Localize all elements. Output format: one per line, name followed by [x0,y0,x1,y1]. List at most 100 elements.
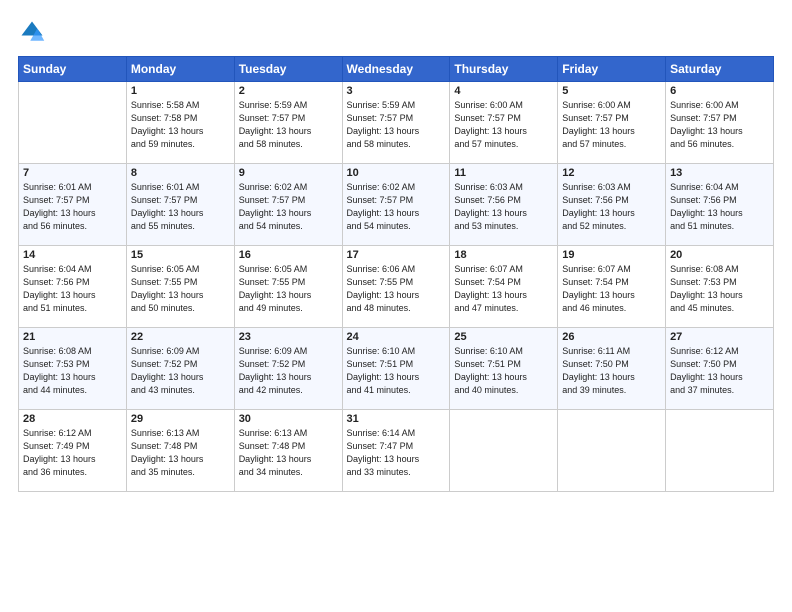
day-info: Sunrise: 6:05 AM Sunset: 7:55 PM Dayligh… [239,263,338,315]
calendar-day: 4 Sunrise: 6:00 AM Sunset: 7:57 PM Daylig… [450,82,558,164]
calendar-day: 31 Sunrise: 6:14 AM Sunset: 7:47 PM Dayli… [342,410,450,492]
day-info: Sunrise: 6:05 AM Sunset: 7:55 PM Dayligh… [131,263,230,315]
calendar-day: 11 Sunrise: 6:03 AM Sunset: 7:56 PM Dayli… [450,164,558,246]
calendar-day: 24 Sunrise: 6:10 AM Sunset: 7:51 PM Dayli… [342,328,450,410]
weekday-header: Friday [558,57,666,82]
day-info: Sunrise: 6:07 AM Sunset: 7:54 PM Dayligh… [562,263,661,315]
day-number: 6 [670,85,769,97]
calendar-table: SundayMondayTuesdayWednesdayThursdayFrid… [18,56,774,492]
calendar-week-row: 1Sunrise: 5:58 AM Sunset: 7:58 PM Daylig… [19,82,774,164]
day-info: Sunrise: 6:11 AM Sunset: 7:50 PM Dayligh… [562,345,661,397]
calendar-day: 13 Sunrise: 6:04 AM Sunset: 7:56 PM Dayli… [666,164,774,246]
calendar-day [19,82,127,164]
calendar-day [558,410,666,492]
day-number: 27 [670,331,769,343]
header [18,18,774,46]
calendar-day: 3Sunrise: 5:59 AM Sunset: 7:57 PM Daylig… [342,82,450,164]
calendar-week-row: 28 Sunrise: 6:12 AM Sunset: 7:49 PM Dayli… [19,410,774,492]
day-info: Sunrise: 6:08 AM Sunset: 7:53 PM Dayligh… [23,345,122,397]
day-info: Sunrise: 6:06 AM Sunset: 7:55 PM Dayligh… [347,263,446,315]
calendar-day: 2Sunrise: 5:59 AM Sunset: 7:57 PM Daylig… [234,82,342,164]
day-number: 4 [454,85,553,97]
calendar-day: 21 Sunrise: 6:08 AM Sunset: 7:53 PM Dayli… [19,328,127,410]
calendar-day: 18 Sunrise: 6:07 AM Sunset: 7:54 PM Dayli… [450,246,558,328]
calendar-day: 28 Sunrise: 6:12 AM Sunset: 7:49 PM Dayli… [19,410,127,492]
day-info: Sunrise: 6:00 AM Sunset: 7:57 PM Dayligh… [670,99,769,151]
day-number: 31 [347,413,446,425]
day-info: Sunrise: 6:13 AM Sunset: 7:48 PM Dayligh… [131,427,230,479]
day-number: 18 [454,249,553,261]
day-info: Sunrise: 6:07 AM Sunset: 7:54 PM Dayligh… [454,263,553,315]
day-number: 5 [562,85,661,97]
day-number: 3 [347,85,446,97]
day-number: 14 [23,249,122,261]
calendar-day: 29 Sunrise: 6:13 AM Sunset: 7:48 PM Dayli… [126,410,234,492]
calendar-day [450,410,558,492]
day-info: Sunrise: 6:00 AM Sunset: 7:57 PM Dayligh… [454,99,553,151]
calendar-day: 9 Sunrise: 6:02 AM Sunset: 7:57 PM Daylig… [234,164,342,246]
day-info: Sunrise: 6:03 AM Sunset: 7:56 PM Dayligh… [454,181,553,233]
day-number: 11 [454,167,553,179]
calendar-day: 19 Sunrise: 6:07 AM Sunset: 7:54 PM Dayli… [558,246,666,328]
weekday-header: Monday [126,57,234,82]
calendar-day: 30Sunrise: 6:13 AM Sunset: 7:48 PM Dayli… [234,410,342,492]
calendar-week-row: 21 Sunrise: 6:08 AM Sunset: 7:53 PM Dayli… [19,328,774,410]
calendar-day: 10 Sunrise: 6:02 AM Sunset: 7:57 PM Dayli… [342,164,450,246]
day-number: 19 [562,249,661,261]
day-number: 30 [239,413,338,425]
day-number: 10 [347,167,446,179]
calendar-day: 17Sunrise: 6:06 AM Sunset: 7:55 PM Dayli… [342,246,450,328]
day-number: 28 [23,413,122,425]
weekday-header: Thursday [450,57,558,82]
calendar-day: 26 Sunrise: 6:11 AM Sunset: 7:50 PM Dayli… [558,328,666,410]
day-number: 26 [562,331,661,343]
calendar-week-row: 14 Sunrise: 6:04 AM Sunset: 7:56 PM Dayli… [19,246,774,328]
calendar-week-row: 7Sunrise: 6:01 AM Sunset: 7:57 PM Daylig… [19,164,774,246]
calendar-day: 22Sunrise: 6:09 AM Sunset: 7:52 PM Dayli… [126,328,234,410]
calendar-day: 15 Sunrise: 6:05 AM Sunset: 7:55 PM Dayli… [126,246,234,328]
day-info: Sunrise: 6:00 AM Sunset: 7:57 PM Dayligh… [562,99,661,151]
calendar-day: 8Sunrise: 6:01 AM Sunset: 7:57 PM Daylig… [126,164,234,246]
calendar-day: 12 Sunrise: 6:03 AM Sunset: 7:56 PM Dayli… [558,164,666,246]
day-number: 29 [131,413,230,425]
logo [18,18,50,46]
calendar-day: 14 Sunrise: 6:04 AM Sunset: 7:56 PM Dayli… [19,246,127,328]
calendar-day: 6 Sunrise: 6:00 AM Sunset: 7:57 PM Daylig… [666,82,774,164]
day-info: Sunrise: 6:09 AM Sunset: 7:52 PM Dayligh… [239,345,338,397]
weekday-header: Saturday [666,57,774,82]
day-number: 24 [347,331,446,343]
calendar-day: 25 Sunrise: 6:10 AM Sunset: 7:51 PM Dayli… [450,328,558,410]
day-number: 8 [131,167,230,179]
day-info: Sunrise: 6:10 AM Sunset: 7:51 PM Dayligh… [347,345,446,397]
day-number: 2 [239,85,338,97]
day-info: Sunrise: 5:58 AM Sunset: 7:58 PM Dayligh… [131,99,230,151]
day-number: 15 [131,249,230,261]
calendar-day: 23Sunrise: 6:09 AM Sunset: 7:52 PM Dayli… [234,328,342,410]
day-number: 21 [23,331,122,343]
calendar-day: 5 Sunrise: 6:00 AM Sunset: 7:57 PM Daylig… [558,82,666,164]
day-info: Sunrise: 6:02 AM Sunset: 7:57 PM Dayligh… [347,181,446,233]
day-number: 13 [670,167,769,179]
calendar-day: 7Sunrise: 6:01 AM Sunset: 7:57 PM Daylig… [19,164,127,246]
weekday-header: Wednesday [342,57,450,82]
day-number: 12 [562,167,661,179]
day-number: 22 [131,331,230,343]
logo-icon [18,18,46,46]
day-info: Sunrise: 6:08 AM Sunset: 7:53 PM Dayligh… [670,263,769,315]
day-info: Sunrise: 6:02 AM Sunset: 7:57 PM Dayligh… [239,181,338,233]
day-info: Sunrise: 6:12 AM Sunset: 7:49 PM Dayligh… [23,427,122,479]
day-info: Sunrise: 6:03 AM Sunset: 7:56 PM Dayligh… [562,181,661,233]
day-number: 25 [454,331,553,343]
day-number: 16 [239,249,338,261]
calendar-day: 16 Sunrise: 6:05 AM Sunset: 7:55 PM Dayli… [234,246,342,328]
calendar-day [666,410,774,492]
day-info: Sunrise: 6:04 AM Sunset: 7:56 PM Dayligh… [23,263,122,315]
day-info: Sunrise: 6:10 AM Sunset: 7:51 PM Dayligh… [454,345,553,397]
day-number: 7 [23,167,122,179]
day-number: 9 [239,167,338,179]
day-info: Sunrise: 6:04 AM Sunset: 7:56 PM Dayligh… [670,181,769,233]
day-info: Sunrise: 6:14 AM Sunset: 7:47 PM Dayligh… [347,427,446,479]
calendar-day: 27Sunrise: 6:12 AM Sunset: 7:50 PM Dayli… [666,328,774,410]
calendar-day: 20Sunrise: 6:08 AM Sunset: 7:53 PM Dayli… [666,246,774,328]
header-row: SundayMondayTuesdayWednesdayThursdayFrid… [19,57,774,82]
